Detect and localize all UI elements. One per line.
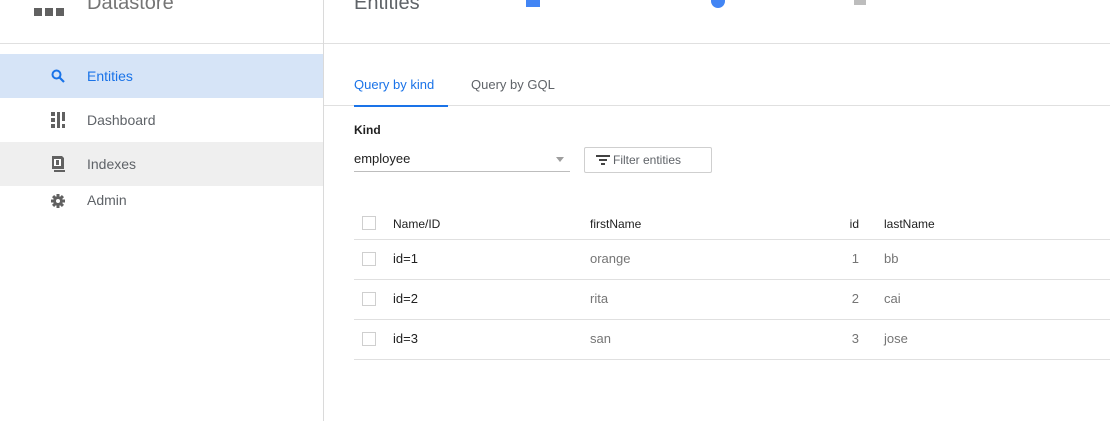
cell-id: 3 (851, 331, 859, 346)
table-row[interactable]: id=1 orange 1 bb (354, 240, 1110, 280)
sidebar-item-label: Admin (87, 192, 127, 208)
cell-firstname: san (590, 331, 611, 346)
cell-lastname: cai (884, 291, 901, 306)
entity-name-link[interactable]: id=1 (393, 251, 418, 266)
filter-entities-button[interactable]: Filter entities (584, 147, 712, 173)
delete-icon[interactable] (854, 0, 866, 5)
entity-name-link[interactable]: id=2 (393, 291, 418, 306)
cell-firstname: orange (590, 251, 631, 266)
gear-icon (50, 193, 66, 209)
column-header-firstname[interactable]: firstName (590, 217, 641, 231)
sidebar-item-admin[interactable]: Admin (0, 186, 323, 230)
refresh-icon[interactable] (711, 0, 725, 8)
tab-query-by-gql[interactable]: Query by GQL (471, 70, 571, 106)
sidebar-item-entities[interactable]: Entities (0, 54, 323, 98)
entity-name-link[interactable]: id=3 (393, 331, 418, 346)
entities-table: Name/ID firstName id lastName id=1 orang… (354, 207, 1110, 360)
table-header-row: Name/ID firstName id lastName (354, 207, 1110, 240)
indexes-icon (50, 156, 66, 172)
dashboard-icon (50, 112, 66, 128)
row-checkbox[interactable] (362, 252, 376, 266)
dropdown-arrow-icon (556, 157, 564, 162)
row-checkbox[interactable] (362, 332, 376, 346)
kind-select[interactable]: employee (354, 146, 570, 172)
create-entity-icon[interactable] (526, 0, 540, 7)
filter-icon (596, 155, 610, 165)
cell-lastname: jose (884, 331, 908, 346)
select-all-checkbox[interactable] (362, 216, 376, 230)
table-row[interactable]: id=2 rita 2 cai (354, 280, 1110, 320)
row-checkbox[interactable] (362, 292, 376, 306)
column-header-id[interactable]: id (837, 217, 859, 231)
sidebar-header: Datastore (0, 0, 323, 44)
cell-id: 1 (851, 251, 859, 266)
query-tabs: Query by kind Query by GQL (324, 70, 1110, 107)
sidebar-item-label: Indexes (87, 156, 137, 172)
sidebar-item-dashboard[interactable]: Dashboard (0, 98, 323, 142)
page-header: Entities (324, 0, 1110, 44)
product-title: Datastore (87, 0, 174, 14)
cell-id: 2 (851, 291, 859, 306)
page-title: Entities (354, 0, 420, 14)
sidebar: Datastore Entities Dashboard Indexes Adm… (0, 0, 324, 421)
kind-label: Kind (354, 123, 381, 137)
cell-firstname: rita (590, 291, 609, 306)
column-header-lastname[interactable]: lastName (884, 217, 935, 231)
sidebar-nav: Entities Dashboard Indexes Admin (0, 54, 323, 230)
sidebar-item-label: Entities (87, 68, 133, 84)
main-content: Entities Query by kind Query by GQL Kind… (324, 0, 1110, 421)
table-row[interactable]: id=3 san 3 jose (354, 320, 1110, 360)
search-icon (50, 68, 66, 84)
sidebar-item-indexes[interactable]: Indexes (0, 142, 323, 186)
kind-select-value: employee (354, 151, 411, 166)
tab-query-by-kind[interactable]: Query by kind (354, 70, 448, 107)
filter-entities-label: Filter entities (613, 153, 682, 167)
cell-lastname: bb (884, 251, 899, 266)
column-header-name-id[interactable]: Name/ID (393, 217, 440, 231)
datastore-icon (34, 8, 66, 16)
sidebar-item-label: Dashboard (87, 112, 156, 128)
